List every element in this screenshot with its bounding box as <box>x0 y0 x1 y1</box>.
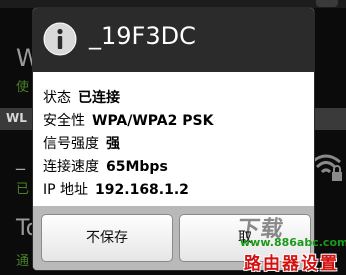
security-label: 安全性 <box>43 113 85 129</box>
status-value: 已连接 <box>78 90 120 106</box>
signal-value: 强 <box>106 136 120 152</box>
security-row: 安全性 WPA/WPA2 PSK <box>43 110 213 130</box>
info-icon <box>43 22 77 56</box>
signal-row: 信号强度强 <box>43 133 120 153</box>
signal-label: 信号强度 <box>43 136 99 152</box>
dialog-body: 状态 已连接 安全性 WPA/WPA2 PSK 信号强度强 连接速度 65Mbps I… <box>33 72 314 206</box>
status-label: 状态 <box>43 90 71 106</box>
dialog-header: _19F3DC <box>33 8 314 72</box>
dialog-title: _19F3DC <box>89 22 196 50</box>
network-item-title[interactable]: _ <box>16 150 25 171</box>
ip-row: IP 地址 192.168.1.2 <box>43 179 189 199</box>
ip-value: 192.168.1.2 <box>95 182 189 198</box>
link-speed-value: 65Mbps <box>106 159 168 175</box>
section-header-label: WL <box>6 111 27 125</box>
network-item-summary: 已 <box>16 182 30 197</box>
link-speed-label: 连接速度 <box>43 159 99 175</box>
watermark-site-name: 路由器设置 <box>244 254 339 274</box>
forget-button[interactable]: 不保存 <box>41 214 173 262</box>
ip-label: IP 地址 <box>43 182 89 198</box>
top-button[interactable] <box>316 0 338 7</box>
settings-item-summary-2: 通 <box>16 254 30 269</box>
link-speed-row: 连接速度 65Mbps <box>43 156 168 176</box>
security-value: WPA/WPA2 PSK <box>92 113 214 129</box>
status-row: 状态 已连接 <box>43 87 120 107</box>
settings-item-summary: 使 <box>16 80 30 95</box>
watermark-url: www.886abc.com <box>240 236 346 249</box>
status-bar <box>0 0 346 8</box>
